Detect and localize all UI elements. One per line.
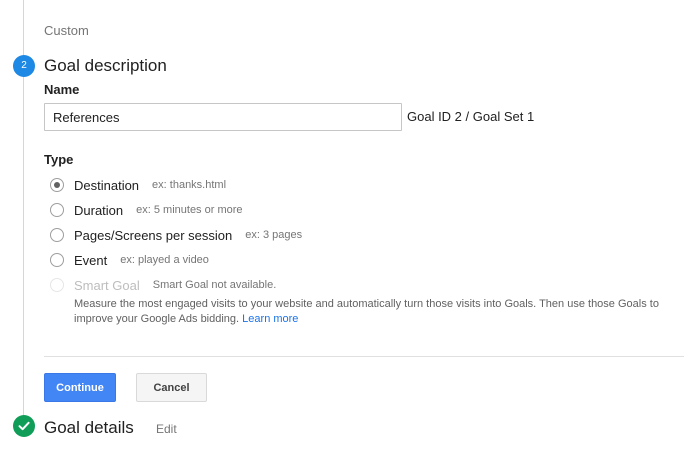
type-option-smart-goal: Smart Goal Smart Goal not available. <box>50 276 276 294</box>
step-title: Goal description <box>44 56 167 75</box>
option-hint-duration: ex: 5 minutes or more <box>136 204 243 216</box>
option-label-event: Event <box>74 252 108 268</box>
checkmark-icon <box>18 421 30 431</box>
option-hint-smart-goal: Smart Goal not available. <box>152 279 277 291</box>
goal-details-edit-link[interactable]: Edit <box>156 422 177 436</box>
radio-event[interactable] <box>50 253 64 267</box>
name-label: Name <box>44 82 80 97</box>
continue-button[interactable]: Continue <box>44 373 116 402</box>
type-option-duration[interactable]: Duration ex: 5 minutes or more <box>50 201 243 219</box>
section-divider <box>44 356 684 357</box>
type-option-pages-screens[interactable]: Pages/Screens per session ex: 3 pages <box>50 226 302 244</box>
type-option-destination[interactable]: Destination ex: thanks.html <box>50 176 226 194</box>
option-label-smart-goal: Smart Goal <box>74 277 140 293</box>
radio-pages-screens[interactable] <box>50 228 64 242</box>
step-complete-badge <box>13 415 35 437</box>
option-hint-pages-screens: ex: 3 pages <box>245 229 303 241</box>
learn-more-link[interactable]: Learn more <box>242 313 298 325</box>
goal-details-title: Goal details <box>44 418 134 437</box>
radio-smart-goal <box>50 278 64 292</box>
option-hint-destination: ex: thanks.html <box>152 179 227 191</box>
goal-id-text: Goal ID 2 / Goal Set 1 <box>407 109 535 124</box>
radio-duration[interactable] <box>50 203 64 217</box>
cancel-button[interactable]: Cancel <box>136 373 207 402</box>
type-label: Type <box>44 152 74 167</box>
previous-step-label: Custom <box>44 23 89 38</box>
option-label-pages-screens: Pages/Screens per session <box>74 227 233 243</box>
option-label-duration: Duration <box>74 202 124 218</box>
smart-goal-description-text: Measure the most engaged visits to your … <box>74 298 659 325</box>
option-hint-event: ex: played a video <box>120 254 209 266</box>
option-label-destination: Destination <box>74 177 140 193</box>
step-number-badge: 2 <box>13 55 35 77</box>
radio-destination[interactable] <box>50 178 64 192</box>
goal-name-input[interactable] <box>44 103 402 131</box>
smart-goal-description: Measure the most engaged visits to your … <box>74 297 674 327</box>
type-option-event[interactable]: Event ex: played a video <box>50 251 209 269</box>
